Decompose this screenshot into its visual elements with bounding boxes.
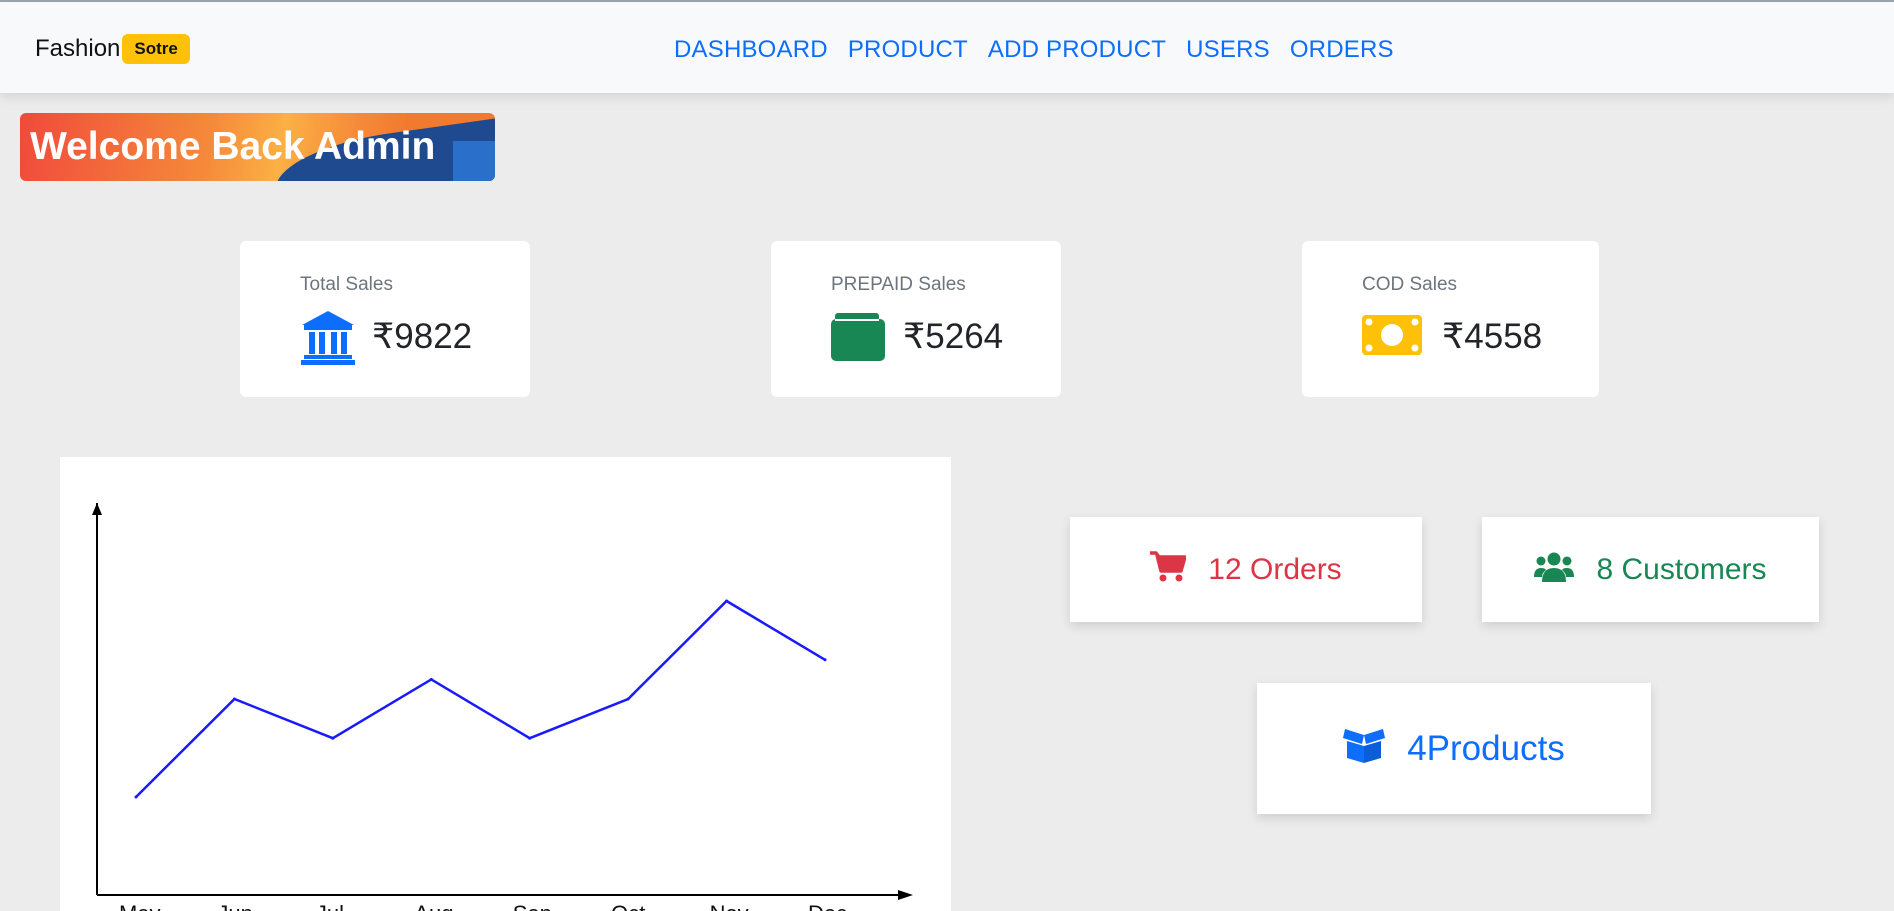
- data-point-dec: [823, 658, 827, 662]
- x-tick-label-nov: Nov: [710, 901, 749, 911]
- welcome-title: Welcome Back Admin: [30, 125, 436, 168]
- series-line-0: [135, 599, 826, 798]
- orders-count: 12 Orders: [1208, 552, 1342, 586]
- data-point-may: [134, 795, 138, 799]
- sales-line-chart: May Jun Jul Aug Sep Oct Nov Dec: [92, 503, 913, 911]
- stat-value: ₹5264: [903, 317, 1004, 356]
- stat-value: ₹4558: [1442, 317, 1543, 356]
- welcome-banner: Welcome Back Admin: [20, 113, 495, 181]
- stat-label: Total Sales: [300, 274, 393, 295]
- products-card[interactable]: 4Products: [1257, 683, 1651, 814]
- brand-name: Fashion: [35, 35, 121, 62]
- data-point-oct: [626, 697, 630, 701]
- x-tick-label-sep: Sep: [513, 901, 552, 911]
- x-tick-label-dec: Dec: [808, 901, 847, 911]
- data-point-jul: [331, 736, 335, 740]
- x-tick-label-jun: Jun: [217, 901, 252, 911]
- nav-links: DASHBOARD PRODUCT ADD PRODUCT USERS ORDE…: [674, 36, 1394, 64]
- x-tick-label-oct: Oct: [611, 901, 645, 911]
- x-tick-label-may: May: [119, 901, 161, 911]
- brand-badge: Sotre: [122, 34, 190, 64]
- bank-icon: [300, 309, 356, 370]
- x-tick-label-jul: Jul: [316, 901, 344, 911]
- x-axis-arrow: [898, 890, 913, 900]
- wallet-icon: [831, 313, 885, 366]
- users-icon: [1534, 552, 1575, 587]
- stat-card-total-sales: Total Sales ₹9822: [240, 241, 530, 397]
- stat-card-prepaid-sales: PREPAID Sales ₹5264: [771, 241, 1061, 397]
- cash-icon: [1362, 315, 1422, 360]
- products-count: 4Products: [1407, 728, 1565, 768]
- nav-link-dashboard[interactable]: DASHBOARD: [674, 36, 828, 64]
- stat-label: PREPAID Sales: [831, 274, 966, 295]
- sales-chart: May Jun Jul Aug Sep Oct Nov Dec: [60, 457, 951, 911]
- stat-value: ₹9822: [372, 317, 473, 356]
- customers-count: 8 Customers: [1596, 552, 1767, 586]
- data-point-nov: [725, 599, 729, 603]
- brand-logo[interactable]: Fashion Sotre: [35, 34, 190, 64]
- navbar: Fashion Sotre DASHBOARD PRODUCT ADD PROD…: [0, 2, 1894, 93]
- stat-label: COD Sales: [1362, 274, 1458, 295]
- customers-card[interactable]: 8 Customers: [1482, 517, 1819, 622]
- box-icon: [1343, 729, 1386, 768]
- data-point-sep: [528, 736, 532, 740]
- nav-link-orders[interactable]: ORDERS: [1290, 36, 1394, 64]
- nav-link-users[interactable]: USERS: [1186, 36, 1270, 64]
- banner-decoration-accent: [453, 141, 495, 181]
- data-point-jun: [232, 697, 236, 701]
- y-axis-arrow: [92, 503, 102, 515]
- nav-link-add-product[interactable]: ADD PRODUCT: [988, 36, 1166, 64]
- orders-card[interactable]: 12 Orders: [1070, 517, 1422, 622]
- stat-card-cod-sales: COD Sales ₹4558: [1302, 241, 1599, 397]
- x-tick-label-aug: Aug: [414, 901, 453, 911]
- cart-icon: [1150, 551, 1188, 588]
- data-point-aug: [429, 677, 433, 681]
- nav-link-product[interactable]: PRODUCT: [848, 36, 968, 64]
